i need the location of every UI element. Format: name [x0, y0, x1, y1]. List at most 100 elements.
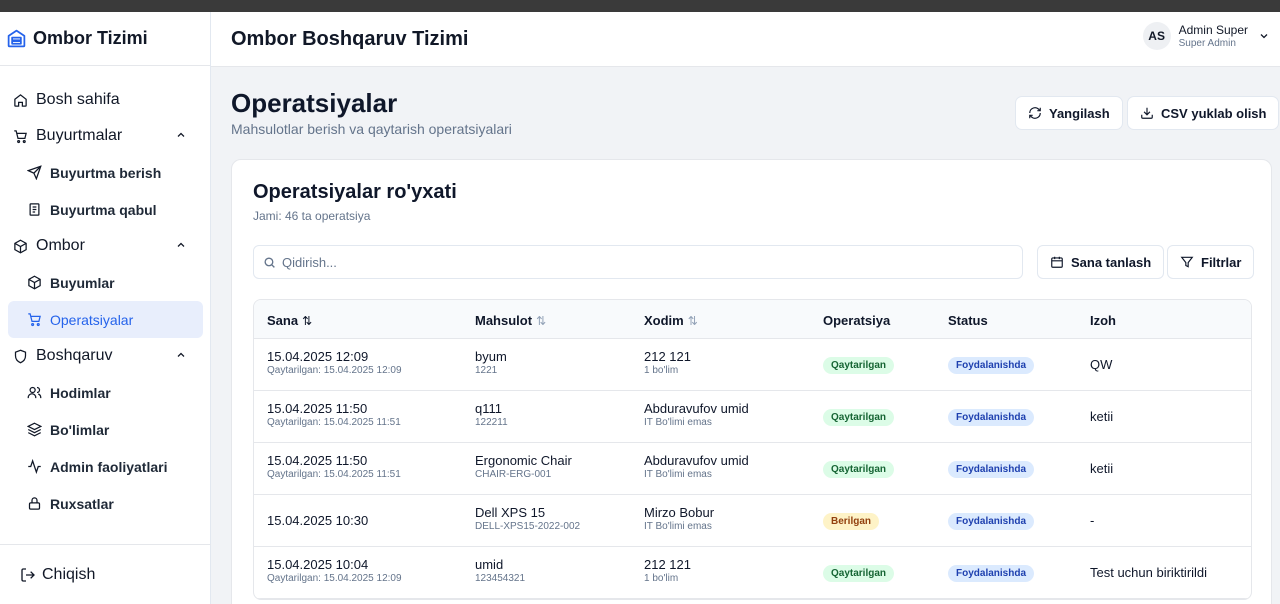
- page-title: Operatsiyalar: [231, 88, 398, 118]
- row-employee-sub: IT Bo'limi emas: [644, 417, 712, 428]
- row-employee-sub: 1 bo'lim: [644, 573, 679, 584]
- sidebar-item-label: Buyurtmalar: [36, 127, 123, 144]
- row-product-sub: 1221: [475, 365, 498, 376]
- sidebar-item-boshqaruv[interactable]: Boshqaruv: [8, 338, 203, 374]
- refresh-button[interactable]: Yangilash: [1015, 96, 1123, 130]
- operation-badge: Qaytarilgan: [823, 565, 895, 582]
- row-date: 15.04.2025 10:30: [267, 513, 369, 528]
- row-date-sub: Qaytarilgan: 15.04.2025 12:09: [267, 365, 402, 376]
- sidebar-item-operatsiyalar[interactable]: Operatsiyalar: [8, 301, 203, 338]
- column-header-status: Status: [948, 313, 988, 328]
- brand-name: Ombor Tizimi: [33, 28, 148, 48]
- row-product: Dell XPS 15: [475, 505, 546, 520]
- table-row[interactable]: 15.04.2025 11:50 Qaytarilgan: 15.04.2025 …: [254, 443, 1251, 495]
- activity-icon: [26, 459, 42, 475]
- row-product-sub: DELL-XPS15-2022-002: [475, 521, 581, 532]
- sidebar-item-label: Buyumlar: [50, 274, 115, 291]
- status-badge: Foydalanishda: [948, 357, 1035, 374]
- top-header: Ombor Boshqaruv Tizimi AS Admin Super Su…: [211, 12, 1280, 67]
- status-badge: Foydalanishda: [948, 565, 1035, 582]
- chevron-up-icon: [177, 132, 185, 137]
- browser-top-strip: [0, 0, 1280, 12]
- cart-icon: [26, 312, 42, 328]
- row-date: 15.04.2025 11:50: [267, 401, 368, 416]
- operations-table: Sana ⇅ Mahsulot ⇅ Xodim ⇅ Operatsiya Status…: [253, 299, 1252, 600]
- table-row[interactable]: 15.04.2025 12:09 Qaytarilgan: 15.04.2025 …: [254, 339, 1251, 391]
- column-header-sana[interactable]: Sana ⇅: [267, 313, 312, 328]
- column-header-mahsulot[interactable]: Mahsulot ⇅: [475, 313, 546, 328]
- row-date-sub: Qaytarilgan: 15.04.2025 11:51: [267, 417, 401, 428]
- row-date-sub: Qaytarilgan: 15.04.2025 12:09: [267, 573, 402, 584]
- sort-icon: ⇅: [536, 313, 547, 328]
- sidebar-item-hodimlar[interactable]: Hodimlar: [8, 374, 203, 411]
- row-product: byum: [475, 349, 507, 364]
- shield-icon: [12, 348, 28, 364]
- lock-icon: [26, 496, 42, 512]
- sidebar-item-bolimlar[interactable]: Bo'limlar: [8, 411, 203, 448]
- brand[interactable]: Ombor Tizimi: [0, 12, 210, 66]
- row-note: Test uchun biriktirildi: [1090, 565, 1208, 580]
- card-subtitle: Jami: 46 ta operatsiya: [253, 209, 371, 223]
- sidebar: Ombor Tizimi Bosh sahifa Buyurtmalar Buy…: [0, 12, 211, 604]
- app-title: Ombor Boshqaruv Tizimi: [231, 28, 469, 50]
- table-row[interactable]: 15.04.2025 10:04 Qaytarilgan: 15.04.2025 …: [254, 547, 1251, 599]
- row-employee: Abduravufov umid: [644, 453, 749, 468]
- warehouse-icon: [7, 29, 26, 48]
- sidebar-item-label: Operatsiyalar: [50, 311, 134, 328]
- user-name: Admin Super: [1178, 22, 1248, 37]
- sidebar-item-ombor[interactable]: Ombor: [8, 228, 203, 264]
- sort-icon: ⇅: [687, 313, 698, 328]
- status-badge: Foydalanishda: [948, 461, 1035, 478]
- row-product: umid: [475, 557, 504, 572]
- sort-icon: ⇅: [302, 313, 313, 328]
- chevron-up-icon: [177, 352, 185, 357]
- operations-card: Operatsiyalar ro'yxati Jami: 46 ta opera…: [231, 159, 1272, 604]
- sidebar-item-buyumlar[interactable]: Buyumlar: [8, 264, 203, 301]
- search-icon: [264, 256, 275, 268]
- table-row[interactable]: 15.04.2025 11:50 Qaytarilgan: 15.04.2025 …: [254, 391, 1251, 443]
- sidebar-item-admin-faoliyatlari[interactable]: Admin faoliyatlari: [8, 448, 203, 485]
- search-box: [253, 245, 1023, 279]
- table-row[interactable]: 15.04.2025 10:30 Dell XPS 15 DELL-XPS15-2…: [254, 495, 1251, 547]
- filter-button[interactable]: Filtrlar: [1167, 245, 1255, 279]
- row-employee: Abduravufov umid: [644, 401, 749, 416]
- sidebar-item-buyurtma-berish[interactable]: Buyurtma berish: [8, 154, 203, 191]
- send-icon: [26, 165, 42, 181]
- sidebar-item-label: Ombor: [36, 237, 85, 254]
- logout-button[interactable]: Chiqish: [0, 544, 211, 604]
- row-date: 15.04.2025 10:04: [267, 557, 369, 572]
- csv-download-button[interactable]: CSV yuklab olish: [1127, 96, 1280, 130]
- date-picker-button[interactable]: Sana tanlash: [1037, 245, 1165, 279]
- filter-icon: [1180, 256, 1194, 268]
- filter-label: Filtrlar: [1201, 254, 1242, 270]
- user-role: Super Admin: [1178, 37, 1236, 49]
- search-input[interactable]: [282, 254, 982, 270]
- row-product: q111: [475, 401, 502, 416]
- sidebar-item-label: Buyurtma qabul: [50, 201, 157, 218]
- refresh-icon: [1029, 107, 1041, 119]
- column-header-xodim[interactable]: Xodim ⇅: [644, 313, 698, 328]
- sidebar-item-label: Boshqaruv: [36, 347, 113, 364]
- card-title: Operatsiyalar ro'yxati: [253, 181, 457, 203]
- row-note: QW: [1090, 357, 1113, 372]
- row-employee: Mirzo Bobur: [644, 505, 715, 520]
- row-note: ketii: [1090, 409, 1114, 424]
- sidebar-item-bosh-sahifa[interactable]: Bosh sahifa: [8, 82, 203, 118]
- row-product: Ergonomic Chair: [475, 453, 572, 468]
- package-icon: [12, 238, 28, 254]
- row-note: ketii: [1090, 461, 1114, 476]
- sidebar-item-buyurtma-qabul[interactable]: Buyurtma qabul: [8, 191, 203, 228]
- sidebar-item-label: Bo'limlar: [50, 421, 110, 438]
- avatar: AS: [1142, 22, 1171, 50]
- row-date: 15.04.2025 12:09: [267, 349, 369, 364]
- home-icon: [12, 92, 28, 108]
- sidebar-item-buyurtmalar[interactable]: Buyurtmalar: [8, 118, 203, 154]
- row-employee-sub: 1 bo'lim: [644, 365, 679, 376]
- sidebar-item-ruxsatlar[interactable]: Ruxsatlar: [8, 485, 203, 522]
- sidebar-item-label: Bosh sahifa: [36, 91, 120, 108]
- row-employee-sub: IT Bo'limi emas: [644, 521, 712, 532]
- status-badge: Foydalanishda: [948, 409, 1035, 426]
- user-menu[interactable]: AS Admin Super Super Admin: [1142, 22, 1270, 50]
- operation-badge: Qaytarilgan: [823, 461, 895, 478]
- chevron-up-icon: [177, 242, 185, 247]
